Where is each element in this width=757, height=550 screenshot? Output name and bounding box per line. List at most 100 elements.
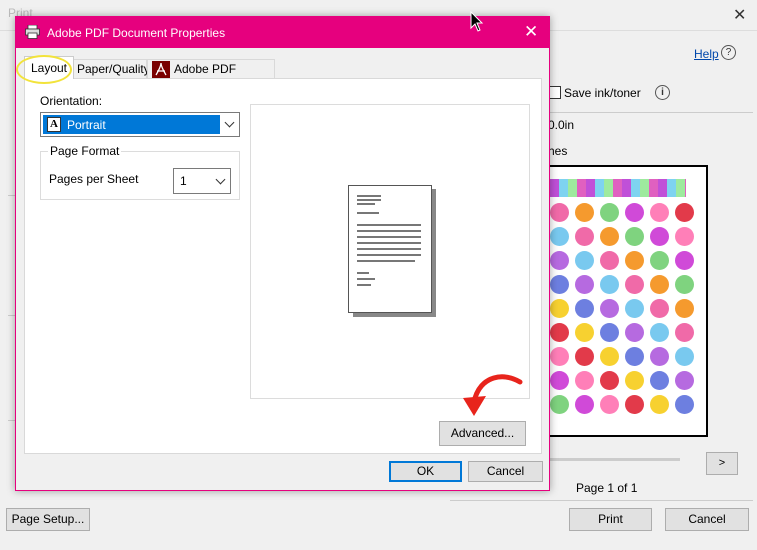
size-unit-readout: hes <box>548 144 568 158</box>
preview-sticker <box>550 323 569 342</box>
portrait-orientation-icon: A <box>47 117 61 132</box>
help-icon[interactable]: ? <box>721 45 736 60</box>
preview-sticker <box>650 323 669 342</box>
page-indicator: Page 1 of 1 <box>576 481 638 495</box>
preview-sticker <box>675 227 694 246</box>
print-button[interactable]: Print <box>569 508 652 531</box>
preview-scrollbar[interactable] <box>546 458 680 461</box>
orientation-selected-item: A Portrait <box>43 115 220 134</box>
pages-per-sheet-label: Pages per Sheet <box>49 172 139 186</box>
preview-sticker <box>650 227 669 246</box>
pages-per-sheet-select[interactable]: 1 <box>173 168 231 194</box>
page-format-group: Page Format Pages per Sheet 1 <box>40 144 240 200</box>
text-line <box>357 260 415 262</box>
preview-sticker <box>575 227 594 246</box>
preview-sticker <box>600 275 619 294</box>
cancel-button[interactable]: Cancel <box>468 461 543 482</box>
text-line <box>357 284 371 286</box>
preview-sticker <box>675 275 694 294</box>
tab-paper-quality[interactable]: Paper/Quality <box>73 59 150 79</box>
preview-sticker <box>675 395 694 414</box>
preview-checker-strip <box>550 179 686 197</box>
divider <box>450 500 753 501</box>
text-line <box>357 254 421 256</box>
preview-sticker <box>650 299 669 318</box>
preview-sticker <box>675 299 694 318</box>
next-page-button[interactable]: > <box>706 452 738 475</box>
preview-sticker <box>650 203 669 222</box>
preview-sticker <box>550 251 569 270</box>
preview-sticker <box>625 299 644 318</box>
annotation-highlight-ring <box>16 55 72 84</box>
preview-sticker <box>575 299 594 318</box>
print-close-icon[interactable]: ✕ <box>733 5 746 25</box>
page-format-label: Page Format <box>48 144 122 158</box>
pages-per-sheet-value: 1 <box>180 174 187 188</box>
preview-sticker <box>600 323 619 342</box>
print-cancel-button[interactable]: Cancel <box>665 508 749 531</box>
preview-sticker <box>600 299 619 318</box>
printer-icon <box>25 25 40 39</box>
preview-sticker <box>675 323 694 342</box>
preview-sticker <box>600 395 619 414</box>
text-line <box>357 248 421 250</box>
text-line <box>357 203 375 205</box>
preview-sticker <box>650 347 669 366</box>
text-line <box>357 236 421 238</box>
preview-sticker <box>625 251 644 270</box>
preview-sticker <box>625 227 644 246</box>
ok-button[interactable]: OK <box>389 461 462 482</box>
preview-sticker <box>625 323 644 342</box>
help-link[interactable]: Help <box>694 47 719 61</box>
text-line <box>357 195 381 197</box>
size-readout: 0.0in <box>548 118 575 132</box>
print-preview <box>546 165 708 437</box>
advanced-button[interactable]: Advanced... <box>439 421 526 446</box>
preview-sticker <box>675 371 694 390</box>
save-ink-label: Save ink/toner <box>564 86 641 100</box>
page-setup-button[interactable]: Page Setup... <box>6 508 90 531</box>
chevron-down-icon <box>215 174 226 185</box>
preview-sticker <box>625 275 644 294</box>
preview-sticker <box>600 251 619 270</box>
preview-sticker <box>550 227 569 246</box>
preview-sticker <box>650 251 669 270</box>
preview-sticker <box>575 323 594 342</box>
preview-sticker <box>625 347 644 366</box>
preview-sticker <box>600 203 619 222</box>
orientation-select[interactable]: A Portrait <box>40 112 240 137</box>
close-icon[interactable]: ✕ <box>524 22 538 42</box>
preview-sticker <box>575 347 594 366</box>
preview-sticker <box>675 251 694 270</box>
text-line <box>357 212 379 214</box>
layout-preview <box>250 104 530 399</box>
preview-sticker <box>550 275 569 294</box>
mouse-cursor-icon <box>470 11 484 32</box>
preview-sticker <box>600 371 619 390</box>
preview-sticker <box>650 275 669 294</box>
preview-sticker <box>600 227 619 246</box>
tab-adobe-pdf-settings[interactable]: Adobe PDF Settings <box>147 59 275 94</box>
text-line <box>357 278 375 280</box>
adobe-pdf-icon <box>152 61 170 78</box>
preview-sticker <box>550 371 569 390</box>
preview-sticker <box>550 347 569 366</box>
chevron-down-icon <box>224 117 235 128</box>
preview-sticker <box>575 395 594 414</box>
preview-sticker <box>550 203 569 222</box>
preview-sticker <box>550 299 569 318</box>
preview-sticker <box>675 347 694 366</box>
orientation-value: Portrait <box>67 118 106 132</box>
preview-sticker <box>575 371 594 390</box>
preview-sticker <box>575 275 594 294</box>
preview-sticker <box>600 347 619 366</box>
preview-sticker <box>575 251 594 270</box>
text-line <box>357 242 421 244</box>
document-preview-icon <box>348 185 432 313</box>
text-line <box>357 272 369 274</box>
text-line <box>357 224 421 226</box>
dialog-title: Adobe PDF Document Properties <box>47 26 226 40</box>
info-icon[interactable]: i <box>655 85 670 100</box>
text-line <box>357 230 421 232</box>
preview-sticker <box>625 371 644 390</box>
